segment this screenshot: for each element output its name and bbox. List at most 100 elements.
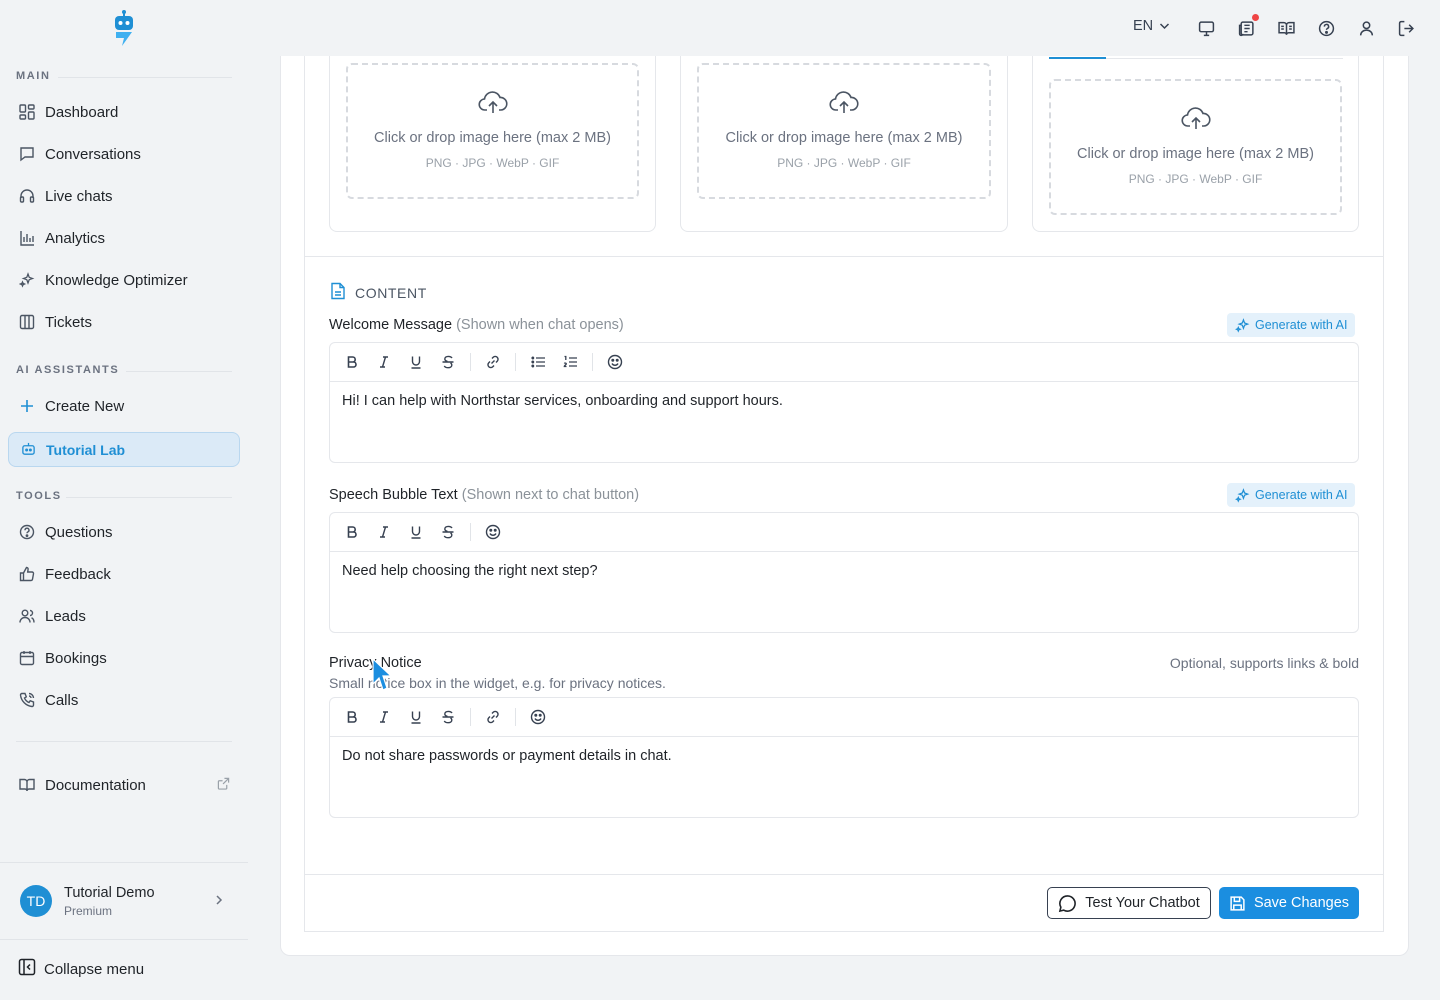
bullet-list-icon[interactable]: [528, 352, 548, 372]
bot-icon: [19, 441, 37, 459]
sidebar: MAIN Dashboard Conversations Live chats …: [0, 0, 248, 1000]
sidebar-item-calls[interactable]: Calls: [8, 682, 240, 718]
bold-icon[interactable]: [342, 707, 362, 727]
image-dropzone[interactable]: Click or drop image here (max 2 MB) PNG …: [346, 63, 639, 199]
create-new-assistant-button[interactable]: Create New: [8, 388, 240, 424]
editor-toolbar: [330, 698, 1358, 737]
dropzone-formats: PNG · JPG · WebP · GIF: [1128, 172, 1263, 186]
dropzone-text: Click or drop image here (max 2 MB): [374, 130, 611, 146]
upload-cloud-icon: [829, 91, 859, 120]
privacy-notice-text[interactable]: Do not share passwords or payment detail…: [330, 737, 1358, 817]
plus-icon: [18, 397, 36, 415]
chat-bubble-icon: [1059, 894, 1077, 912]
section-title-main: MAIN: [16, 70, 232, 82]
phone-icon: [18, 691, 36, 709]
language-selector[interactable]: EN: [1133, 18, 1170, 34]
link-icon[interactable]: [483, 707, 503, 727]
generate-ai-welcome-button[interactable]: Generate with AI: [1227, 313, 1356, 337]
sidebar-item-documentation[interactable]: Documentation: [8, 767, 240, 803]
italic-icon[interactable]: [374, 352, 394, 372]
bold-icon[interactable]: [342, 522, 362, 542]
user-plan: Premium: [64, 903, 113, 918]
tab-active-indicator[interactable]: [1049, 57, 1106, 59]
welcome-message-editor[interactable]: Hi! I can help with Northstar services, …: [329, 342, 1359, 463]
speech-bubble-editor[interactable]: Need help choosing the right next step?: [329, 512, 1359, 633]
italic-icon[interactable]: [374, 707, 394, 727]
sidebar-item-label: Documentation: [45, 776, 146, 794]
sidebar-divider: [0, 939, 248, 940]
sidebar-item-conversations[interactable]: Conversations: [8, 136, 240, 172]
emoji-icon[interactable]: [528, 707, 548, 727]
calendar-icon: [18, 649, 36, 667]
sidebar-item-live-chats[interactable]: Live chats: [8, 178, 240, 214]
sidebar-item-label: Dashboard: [45, 103, 119, 121]
privacy-notice-editor[interactable]: Do not share passwords or payment detail…: [329, 697, 1359, 818]
strikethrough-icon[interactable]: [438, 707, 458, 727]
sidebar-item-label: Create New: [45, 397, 125, 415]
section-title-tools: TOOLS: [16, 490, 232, 502]
underline-icon[interactable]: [406, 707, 426, 727]
sidebar-item-label: Calls: [45, 691, 79, 709]
sidebar-item-label: Questions: [45, 523, 113, 541]
document-icon: [330, 282, 346, 303]
sidebar-item-dashboard[interactable]: Dashboard: [8, 94, 240, 130]
top-bar: EN: [248, 0, 1440, 56]
save-changes-button[interactable]: Save Changes: [1219, 887, 1359, 919]
image-dropzone[interactable]: Click or drop image here (max 2 MB) PNG …: [697, 63, 991, 199]
link-icon[interactable]: [483, 352, 503, 372]
book-open-icon[interactable]: [1276, 18, 1296, 38]
generate-ai-speech-bubble-button[interactable]: Generate with AI: [1227, 483, 1356, 507]
app-logo[interactable]: [110, 10, 138, 48]
underline-icon[interactable]: [406, 352, 426, 372]
user-profile-card[interactable]: TD Tutorial Demo Premium: [0, 864, 248, 938]
chat-bubble-icon: [18, 145, 36, 163]
sidebar-item-questions[interactable]: Questions: [8, 514, 240, 550]
collapse-menu-button[interactable]: Collapse menu: [18, 958, 144, 980]
toolbar-separator: [470, 523, 471, 541]
logout-icon[interactable]: [1396, 18, 1416, 38]
bold-icon[interactable]: [342, 352, 362, 372]
emoji-icon[interactable]: [605, 352, 625, 372]
strikethrough-icon[interactable]: [438, 352, 458, 372]
sparkles-icon: [1235, 487, 1250, 503]
user-icon[interactable]: [1356, 18, 1376, 38]
monitor-icon[interactable]: [1196, 18, 1216, 38]
sidebar-item-feedback[interactable]: Feedback: [8, 556, 240, 592]
users-icon: [18, 607, 36, 625]
upload-cloud-icon: [1180, 107, 1211, 136]
sidebar-item-label: Conversations: [45, 145, 141, 163]
news-icon[interactable]: [1236, 14, 1259, 38]
italic-icon[interactable]: [374, 522, 394, 542]
sidebar-item-knowledge-optimizer[interactable]: Knowledge Optimizer: [8, 262, 240, 298]
dropzone-text: Click or drop image here (max 2 MB): [1077, 146, 1314, 162]
dropzone-formats: PNG · JPG · WebP · GIF: [425, 156, 560, 170]
numbered-list-icon[interactable]: [560, 352, 580, 372]
dropzone-text: Click or drop image here (max 2 MB): [725, 130, 963, 146]
speech-bubble-text[interactable]: Need help choosing the right next step?: [330, 552, 1358, 632]
notification-dot: [1252, 14, 1259, 21]
sidebar-item-bookings[interactable]: Bookings: [8, 640, 240, 676]
test-chatbot-button[interactable]: Test Your Chatbot: [1047, 887, 1211, 919]
underline-icon[interactable]: [406, 522, 426, 542]
welcome-message-text[interactable]: Hi! I can help with Northstar services, …: [330, 382, 1358, 462]
sparkles-icon: [1235, 317, 1250, 333]
strikethrough-icon[interactable]: [438, 522, 458, 542]
help-icon[interactable]: [1316, 18, 1336, 38]
sidebar-item-tickets[interactable]: Tickets: [8, 304, 240, 340]
mouse-cursor-icon: [372, 657, 393, 697]
sidebar-divider: [0, 862, 248, 863]
footer-divider: [304, 874, 1384, 875]
save-icon: [1230, 895, 1245, 911]
sidebar-item-analytics[interactable]: Analytics: [8, 220, 240, 256]
sidebar-item-leads[interactable]: Leads: [8, 598, 240, 634]
collapse-sidebar-icon: [18, 958, 36, 980]
upload-cloud-icon: [477, 91, 508, 120]
book-icon: [18, 776, 36, 794]
sidebar-divider: [16, 741, 232, 742]
collapse-menu-label: Collapse menu: [44, 960, 145, 978]
editor-toolbar: [330, 343, 1358, 382]
thumbs-up-icon: [18, 565, 36, 583]
emoji-icon[interactable]: [483, 522, 503, 542]
image-dropzone[interactable]: Click or drop image here (max 2 MB) PNG …: [1049, 79, 1342, 215]
sidebar-item-tutorial-lab[interactable]: Tutorial Lab: [8, 432, 240, 467]
